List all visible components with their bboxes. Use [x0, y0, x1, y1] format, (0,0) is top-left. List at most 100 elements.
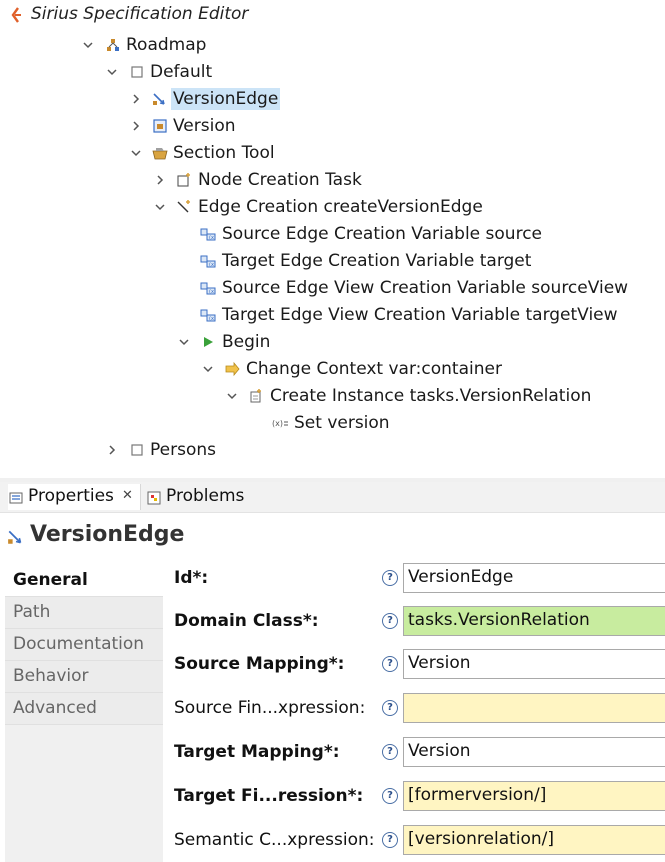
- chevron-right-icon[interactable]: [130, 117, 142, 135]
- source-mapping-field[interactable]: Version: [403, 649, 665, 679]
- tab-label: Problems: [166, 486, 245, 506]
- tree-item-create-instance[interactable]: Create Instance tasks.VersionRelation: [0, 383, 665, 409]
- svg-text:(x): (x): [209, 316, 216, 322]
- chevron-down-icon[interactable]: [178, 333, 190, 351]
- tree-item-label: Source Edge Creation Variable source: [222, 224, 542, 244]
- chevron-down-icon[interactable]: [130, 144, 142, 162]
- help-icon[interactable]: ?: [382, 700, 398, 716]
- layer-icon: [131, 444, 143, 456]
- source-finder-expression-field[interactable]: [403, 693, 665, 723]
- section-label: General: [13, 570, 88, 590]
- domain-class-field[interactable]: tasks.VersionRelation: [403, 606, 665, 636]
- target-mapping-label: Target Mapping*:: [174, 742, 340, 762]
- target-finder-expression-label: Target Fi...ression*:: [174, 786, 364, 806]
- tree-item-roadmap[interactable]: Roadmap: [0, 32, 665, 58]
- tree-item-label: Set version: [294, 413, 390, 433]
- chevron-down-icon[interactable]: [154, 198, 166, 216]
- source-mapping-value: Version: [408, 653, 471, 673]
- tab-problems[interactable]: Problems: [146, 484, 256, 510]
- tree-item-label: Node Creation Task: [198, 170, 362, 190]
- tree-item-node-creation-task[interactable]: Node Creation Task: [0, 167, 665, 193]
- section-label: Documentation: [13, 634, 145, 654]
- tree-item-target-edge-creation-variable[interactable]: (x) Target Edge Creation Variable target: [0, 248, 665, 274]
- chevron-down-icon[interactable]: [202, 360, 214, 378]
- properties-icon: [9, 492, 23, 504]
- svg-text:(x): (x): [209, 262, 216, 268]
- editor-title: Sirius Specification Editor: [31, 4, 249, 24]
- tree-item-set-version[interactable]: (x) Set version: [0, 410, 665, 436]
- tree-item-label: Persons: [150, 440, 216, 460]
- semantic-candidates-expression-label: Semantic C...xpression:: [174, 830, 375, 850]
- id-field[interactable]: VersionEdge: [403, 563, 665, 593]
- close-icon[interactable]: ✕: [122, 488, 133, 503]
- properties-header: VersionEdge: [0, 514, 665, 554]
- variable-icon: (x): [200, 309, 216, 322]
- create-instance-icon: [250, 389, 261, 403]
- section-tab-advanced[interactable]: Advanced: [5, 693, 163, 725]
- semantic-candidates-expression-field[interactable]: [versionrelation/]: [403, 825, 665, 855]
- properties-section-list: General Path Documentation Behavior Adva…: [5, 565, 163, 862]
- specification-tree[interactable]: Roadmap Default VersionEdge Version Sect…: [0, 30, 665, 476]
- id-value: VersionEdge: [408, 567, 514, 587]
- help-icon[interactable]: ?: [382, 570, 398, 586]
- chevron-down-icon[interactable]: [106, 63, 118, 81]
- section-label: Path: [13, 602, 51, 622]
- tree-item-target-edge-view-creation-variable[interactable]: (x) Target Edge View Creation Variable t…: [0, 302, 665, 328]
- edge-mapping-icon: [8, 530, 22, 544]
- tab-label: Properties: [28, 486, 114, 506]
- tree-item-begin[interactable]: Begin: [0, 329, 665, 355]
- editor-title-bar: Sirius Specification Editor: [0, 0, 665, 30]
- section-tab-path[interactable]: Path: [5, 597, 163, 629]
- tree-item-edge-creation[interactable]: Edge Creation createVersionEdge: [0, 194, 665, 220]
- id-label: Id*:: [174, 568, 209, 588]
- tree-item-section-tool[interactable]: Section Tool: [0, 140, 665, 166]
- variable-icon: (x): [200, 228, 216, 241]
- help-icon[interactable]: ?: [382, 613, 398, 629]
- chevron-right-icon[interactable]: [130, 90, 142, 108]
- chevron-down-icon[interactable]: [226, 387, 238, 405]
- view-tab-bar: Properties ✕ Problems: [0, 482, 665, 513]
- tree-item-change-context[interactable]: Change Context var:container: [0, 356, 665, 382]
- tree-item-label: Section Tool: [173, 143, 275, 163]
- target-finder-expression-field[interactable]: [formerversion/]: [403, 781, 665, 811]
- semantic-candidates-expression-value: [versionrelation/]: [408, 829, 555, 849]
- section-tab-behavior[interactable]: Behavior: [5, 661, 163, 693]
- chevron-right-icon[interactable]: [154, 171, 166, 189]
- edge-mapping-icon: [153, 93, 165, 105]
- set-value-icon: (x): [272, 419, 288, 428]
- tree-item-versionedge[interactable]: VersionEdge: [0, 86, 665, 112]
- section-tab-general[interactable]: General: [5, 565, 163, 597]
- chevron-down-icon[interactable]: [82, 36, 94, 54]
- tree-item-label: VersionEdge: [171, 88, 281, 110]
- source-mapping-label: Source Mapping*:: [174, 654, 345, 674]
- diagram-icon: [107, 39, 119, 51]
- help-icon[interactable]: ?: [382, 832, 398, 848]
- section-tab-documentation[interactable]: Documentation: [5, 629, 163, 661]
- sirius-icon: [11, 7, 21, 23]
- tree-item-label: Create Instance tasks.VersionRelation: [270, 386, 592, 406]
- target-mapping-field[interactable]: Version: [403, 737, 665, 767]
- chevron-right-icon[interactable]: [106, 441, 118, 459]
- begin-icon: [204, 337, 213, 347]
- tree-item-label: Begin: [222, 332, 271, 352]
- tree-item-version[interactable]: Version: [0, 113, 665, 139]
- variable-icon: (x): [200, 282, 216, 295]
- node-mapping-icon: [153, 119, 167, 133]
- tab-properties[interactable]: Properties ✕: [8, 484, 141, 510]
- tree-item-label: Change Context var:container: [246, 359, 502, 379]
- source-finder-expression-label: Source Fin...xpression:: [174, 698, 366, 718]
- help-icon[interactable]: ?: [382, 788, 398, 804]
- domain-class-label: Domain Class*:: [174, 611, 319, 631]
- tree-item-label: Roadmap: [126, 35, 207, 55]
- tree-item-persons[interactable]: Persons: [0, 437, 665, 463]
- help-icon[interactable]: ?: [382, 656, 398, 672]
- tree-item-source-edge-creation-variable[interactable]: (x) Source Edge Creation Variable source: [0, 221, 665, 247]
- tree-item-label: Edge Creation createVersionEdge: [198, 197, 483, 217]
- tree-item-label: Target Edge View Creation Variable targe…: [222, 305, 618, 325]
- tree-item-source-edge-view-creation-variable[interactable]: (x) Source Edge View Creation Variable s…: [0, 275, 665, 301]
- help-icon[interactable]: ?: [382, 744, 398, 760]
- tree-item-default[interactable]: Default: [0, 59, 665, 85]
- properties-title: VersionEdge: [30, 522, 185, 547]
- layer-icon: [131, 66, 143, 78]
- tree-item-label: Version: [173, 116, 236, 136]
